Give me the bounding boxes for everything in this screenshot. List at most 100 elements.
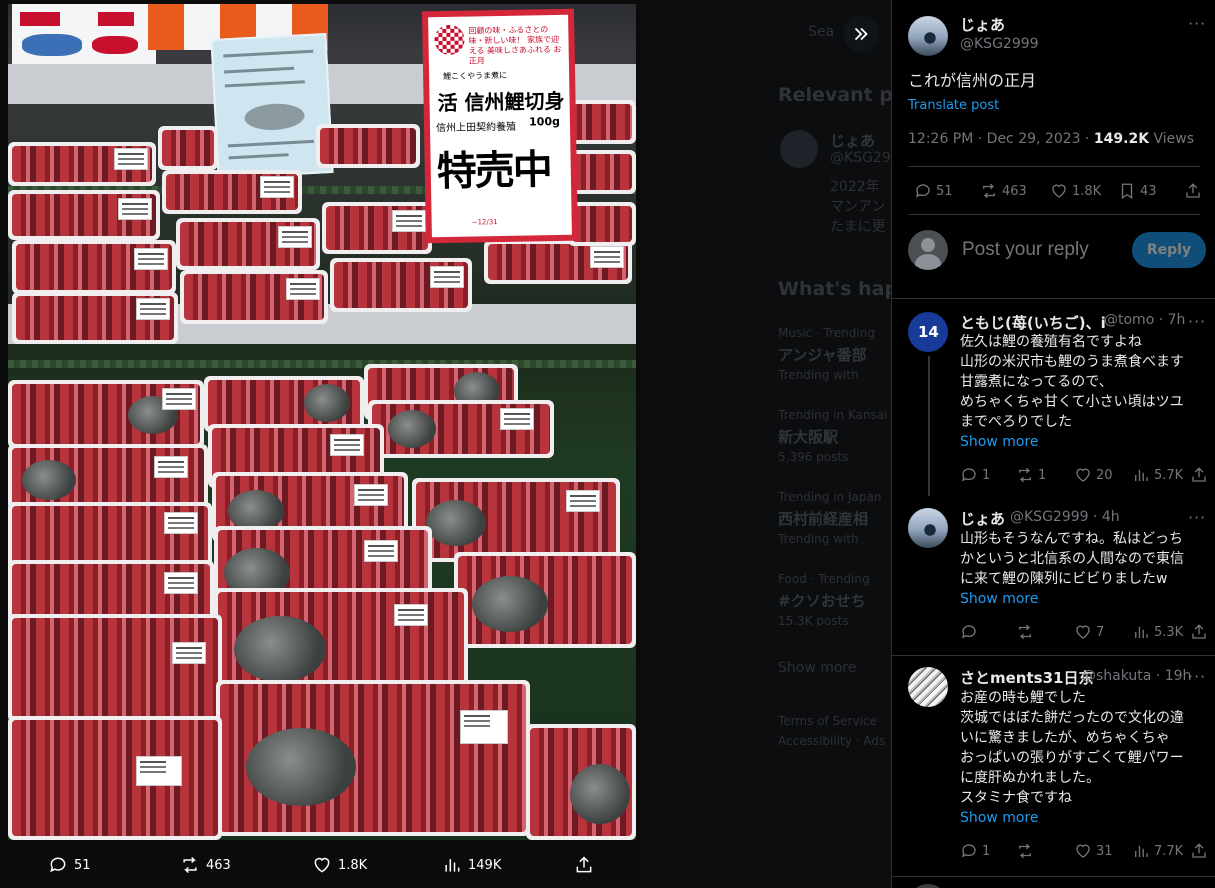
reply-icon xyxy=(961,844,976,858)
author-handle[interactable]: @KSG2999 xyxy=(960,36,1039,52)
like-button[interactable]: 31 xyxy=(1074,842,1113,860)
reply-handle[interactable]: @tomo · 7h xyxy=(1104,312,1185,328)
bg-trend-posts: 15.3K posts xyxy=(778,614,849,628)
fish-pack xyxy=(8,190,160,240)
post-photo[interactable]: 回顧の味・ふるさとの味・新しい味！ 家族で迎える 美味しさあふれる お正月 鯉こ… xyxy=(8,4,636,840)
reply-author-name[interactable]: じょあ xyxy=(960,508,1005,529)
media-action-bar: 51 463 1.8K 149K xyxy=(48,852,728,878)
bg-search-fragment: Sea xyxy=(808,24,835,40)
bg-bio: たまに更 xyxy=(830,219,886,235)
thread-line xyxy=(928,356,930,496)
poster xyxy=(12,4,156,64)
more-options-icon[interactable]: ··· xyxy=(1188,508,1206,527)
fish-pack xyxy=(216,680,530,836)
more-options-icon[interactable]: ··· xyxy=(1188,667,1206,686)
share-button[interactable] xyxy=(1190,466,1208,484)
translate-post-link[interactable]: Translate post xyxy=(908,98,999,113)
reply-avatar[interactable]: 14 xyxy=(908,312,948,352)
post-timestamp[interactable]: 12:26 PM · Dec 29, 2023 · xyxy=(908,131,1089,147)
reply-button[interactable]: 51 xyxy=(914,182,953,200)
reply-button[interactable]: 1 xyxy=(960,842,990,860)
heart-icon xyxy=(1076,625,1090,639)
reply-text: お産の時も鯉でした 茨城ではぼた餅だったので文化の違 いに驚きましたが、めちゃく… xyxy=(960,690,1184,806)
bg-trend-category: Music · Trending xyxy=(778,326,875,340)
repost-icon xyxy=(983,183,995,199)
bg-trend: 新大阪駅 xyxy=(778,428,839,446)
bg-trend-category: Trending in Kansai xyxy=(778,408,888,422)
double-chevron-right-icon xyxy=(854,27,868,41)
fish-pack xyxy=(158,126,218,170)
more-options-icon[interactable]: ··· xyxy=(1188,312,1206,331)
share-button[interactable] xyxy=(1190,623,1208,641)
views-button[interactable]: 5.7K xyxy=(1132,466,1183,484)
show-more-link[interactable]: Show more xyxy=(960,810,1039,826)
repost-button[interactable] xyxy=(1016,623,1038,641)
reply-submit-button[interactable]: Reply xyxy=(1132,232,1206,268)
analytics-icon xyxy=(1135,469,1148,481)
repost-icon xyxy=(1019,843,1031,859)
like-count: 7 xyxy=(1096,624,1105,640)
bg-bio: マンアン xyxy=(830,199,886,215)
divider xyxy=(908,214,1200,215)
repost-count: 463 xyxy=(1002,183,1027,199)
bg-trend-category: Trending in Japan xyxy=(778,490,882,504)
bg-footer: Accessibility · Ads xyxy=(778,734,886,748)
media-share-button[interactable] xyxy=(574,855,594,875)
media-viewer: Sea Relevant people じょあ @KSG2999 2022年 マ… xyxy=(0,0,891,888)
show-more-link[interactable]: Show more xyxy=(960,434,1039,450)
repost-button[interactable]: 1 xyxy=(1016,466,1046,484)
fish-pack xyxy=(162,170,302,214)
reply-handle[interactable]: @shakuta · 19h xyxy=(1082,668,1191,684)
fish-pack xyxy=(8,444,208,510)
like-button[interactable]: 1.8K xyxy=(1050,182,1101,200)
reply-button[interactable] xyxy=(960,623,982,641)
repost-button[interactable] xyxy=(1016,842,1038,860)
reply-text: 山形もそうなんですね。私はどっち かというと北信系の人間なので東信 に来て鯉の陳… xyxy=(960,531,1184,587)
analytics-icon xyxy=(1135,626,1148,638)
next-reply-avatar[interactable] xyxy=(908,884,948,888)
fish-pack xyxy=(12,292,178,344)
views-button[interactable]: 5.3K xyxy=(1132,623,1183,641)
collapse-panel-button[interactable] xyxy=(843,16,879,52)
heart-icon xyxy=(1076,844,1090,858)
media-reply-button[interactable]: 51 xyxy=(48,855,91,875)
share-icon xyxy=(1192,624,1206,639)
post-detail-panel: じょあ @KSG2999 ··· これが信州の正月 Translate post… xyxy=(891,0,1215,888)
media-views-button[interactable]: 149K xyxy=(442,855,501,875)
share-button[interactable] xyxy=(1190,842,1208,860)
reply-avatar[interactable] xyxy=(908,508,948,548)
reply-input[interactable] xyxy=(962,234,1122,266)
media-repost-button[interactable]: 463 xyxy=(180,855,231,875)
like-count: 31 xyxy=(1096,843,1113,859)
reply-button[interactable]: 1 xyxy=(960,466,990,484)
like-button[interactable]: 20 xyxy=(1074,466,1113,484)
views-button[interactable]: 7.7K xyxy=(1132,842,1183,860)
media-like-button[interactable]: 1.8K xyxy=(312,855,367,875)
sign-farm: 信州上田契約養殖 xyxy=(435,121,517,135)
like-button[interactable]: 7 xyxy=(1074,623,1104,641)
share-button[interactable] xyxy=(1184,182,1202,200)
bg-avatar xyxy=(780,130,818,168)
heart-icon xyxy=(1052,184,1066,198)
more-options-icon[interactable]: ··· xyxy=(1188,14,1206,33)
author-avatar[interactable] xyxy=(908,16,948,56)
sign-title: 活 信州鯉切身 xyxy=(437,88,565,116)
fish-pack xyxy=(8,614,222,722)
heart-icon xyxy=(1076,468,1090,482)
my-avatar[interactable] xyxy=(908,230,948,270)
reply-avatar[interactable] xyxy=(908,667,948,707)
author-name[interactable]: じょあ xyxy=(960,14,1005,35)
repost-button[interactable]: 463 xyxy=(980,182,1027,200)
show-more-link[interactable]: Show more xyxy=(960,591,1039,607)
heart-icon xyxy=(314,857,330,873)
views-count: 5.3K xyxy=(1154,624,1184,640)
fish-pack xyxy=(368,400,554,458)
sign-subheader: 鯉こくやうま煮に xyxy=(443,70,508,81)
reply-handle[interactable]: @KSG2999 · 4h xyxy=(1010,509,1120,525)
fish-pack xyxy=(568,202,636,246)
reply-icon xyxy=(915,184,930,198)
bookmark-icon xyxy=(1121,183,1133,200)
bg-trend-posts: Trending with xyxy=(778,368,859,382)
bookmark-button[interactable]: 43 xyxy=(1118,182,1157,200)
reply-author-name[interactable]: ともじ(苺(いちご)、i xyxy=(960,312,1110,333)
